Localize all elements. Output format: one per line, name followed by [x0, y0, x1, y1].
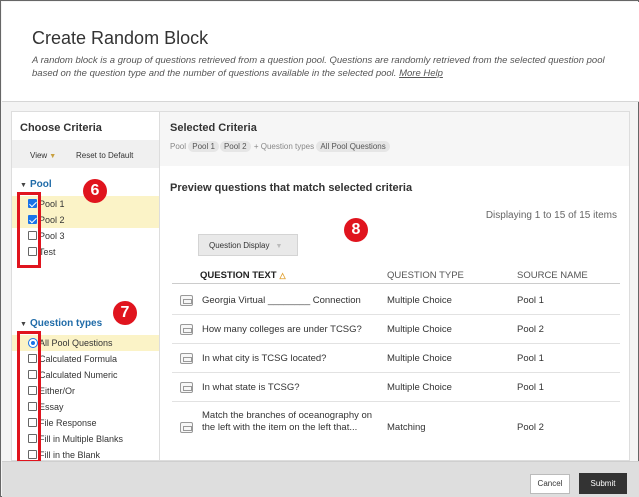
pool-section-title: Pool: [29, 179, 52, 190]
caret-down-icon: ▼: [20, 182, 27, 189]
question-text-cell: In what city is TCSG located?: [202, 353, 327, 364]
question-text-cell: Match the branches of oceanography on th…: [202, 410, 373, 433]
question-text-cell: Georgia Virtual ________ Connection: [202, 295, 361, 306]
preview-icon[interactable]: [180, 422, 193, 433]
question-type-cell: Multiple Choice: [387, 324, 452, 335]
chevron-down-icon: ▼: [49, 153, 57, 160]
sort-ascending-icon: △: [279, 271, 286, 280]
preview-icon[interactable]: [180, 295, 193, 306]
question-text-cell: In what state is TCSG?: [202, 382, 300, 393]
table-row[interactable]: How many colleges are under TCSG? Multip…: [172, 315, 620, 344]
criteria-toolbar: View ▼ Reset to Default: [12, 140, 160, 168]
question-type-cell: Multiple Choice: [387, 382, 452, 393]
question-type-checkbox-highlight: [17, 331, 41, 463]
question-type-label: All Pool Questions: [39, 338, 113, 348]
pool-option-label: Pool 3: [39, 231, 65, 241]
question-type-chip[interactable]: All Pool Questions: [316, 141, 390, 152]
pool-checkbox-highlight: [17, 192, 41, 268]
description-text: A random block is a group of questions r…: [32, 55, 605, 79]
column-header-source-name[interactable]: SOURCE NAME: [517, 270, 588, 281]
pool-chip[interactable]: Pool 1: [188, 141, 219, 152]
question-type-label: Calculated Formula: [39, 354, 118, 364]
column-header-question-type[interactable]: QUESTION TYPE: [387, 270, 464, 281]
dialog-frame: Create Random Block A random block is a …: [0, 0, 639, 497]
reset-to-default-button[interactable]: Reset to Default: [76, 151, 133, 160]
source-name-cell: Pool 2: [517, 422, 544, 433]
column-label: QUESTION TEXT: [200, 270, 277, 281]
question-display-label: Question Display: [209, 241, 270, 250]
view-label: View: [30, 151, 48, 160]
cancel-button[interactable]: Cancel: [530, 474, 570, 494]
preview-icon[interactable]: [180, 324, 193, 335]
page-description: A random block is a group of questions r…: [32, 54, 622, 80]
question-type-cell: Matching: [387, 422, 426, 433]
question-types-section-toggle[interactable]: ▼ Question types: [20, 318, 102, 329]
pool-criteria-label: Pool: [170, 142, 187, 151]
dialog-footer: Cancel Submit: [2, 461, 639, 497]
caret-down-icon: ▼: [20, 321, 27, 328]
preview-heading: Preview questions that match selected cr…: [170, 182, 413, 194]
question-type-cell: Multiple Choice: [387, 295, 452, 306]
question-type-label: Either/Or: [39, 386, 76, 396]
question-types-section-title: Question types: [29, 318, 103, 329]
chevron-down-icon: ▼: [275, 243, 283, 250]
question-type-label: File Response: [39, 418, 97, 428]
source-name-cell: Pool 2: [517, 324, 544, 335]
preview-icon[interactable]: [180, 353, 193, 364]
annotation-badge-7: 7: [113, 301, 137, 325]
question-types-criteria-label: + Question types: [253, 142, 315, 151]
question-text-cell: How many colleges are under TCSG?: [202, 324, 362, 335]
preview-icon[interactable]: [180, 382, 193, 393]
pool-option-label: Pool 2: [39, 215, 65, 225]
annotation-badge-8: 8: [344, 218, 368, 242]
table-row[interactable]: In what state is TCSG? Multiple Choice P…: [172, 373, 620, 402]
more-help-link[interactable]: More Help: [399, 68, 443, 79]
question-type-label: Essay: [39, 402, 64, 412]
table-row[interactable]: Match the branches of oceanography on th…: [172, 402, 620, 454]
selected-criteria-panel: Selected Criteria Pool Pool 1 Pool 2 + Qu…: [159, 111, 630, 461]
dialog-header: Create Random Block A random block is a …: [2, 2, 639, 102]
criteria-summary: Pool Pool 1 Pool 2 + Question types All P…: [170, 141, 391, 152]
table-row[interactable]: In what city is TCSG located? Multiple C…: [172, 344, 620, 373]
selected-criteria-band: [160, 112, 629, 166]
question-type-cell: Multiple Choice: [387, 353, 452, 364]
choose-criteria-heading: Choose Criteria: [20, 122, 102, 134]
submit-button[interactable]: Submit: [579, 473, 627, 494]
question-type-label: Fill in Multiple Blanks: [39, 434, 124, 444]
question-type-label: Calculated Numeric: [39, 370, 118, 380]
pool-chip[interactable]: Pool 2: [219, 141, 251, 152]
source-name-cell: Pool 1: [517, 295, 544, 306]
selected-criteria-heading: Selected Criteria: [170, 122, 257, 134]
source-name-cell: Pool 1: [517, 382, 544, 393]
question-type-label: Fill in the Blank: [39, 450, 101, 460]
pool-section-toggle[interactable]: ▼ Pool: [20, 179, 52, 190]
view-menu-button[interactable]: View ▼: [30, 151, 56, 160]
annotation-badge-6: 6: [83, 179, 107, 203]
table-row[interactable]: Georgia Virtual ________ Connection Mult…: [172, 286, 620, 315]
pool-option-label: Pool 1: [39, 199, 65, 209]
pool-option-label: Test: [39, 247, 56, 257]
source-name-cell: Pool 1: [517, 353, 544, 364]
column-header-question-text[interactable]: QUESTION TEXT △: [200, 270, 286, 281]
page-title: Create Random Block: [32, 28, 209, 48]
display-count: Displaying 1 to 15 of 15 items: [485, 210, 617, 221]
table-header: QUESTION TEXT △ QUESTION TYPE SOURCE NAME: [172, 264, 620, 284]
question-display-button[interactable]: Question Display ▼: [198, 234, 298, 256]
